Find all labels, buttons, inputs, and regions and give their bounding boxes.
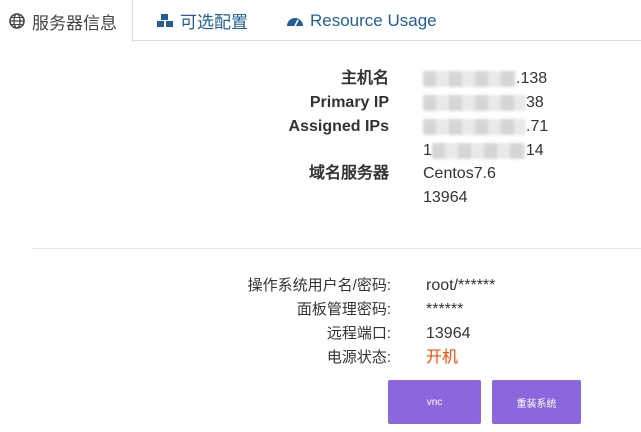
hostname-value: .138: [423, 68, 547, 90]
primary-ip-label: Primary IP: [309, 94, 389, 111]
tab-optional-config[interactable]: 可选配置: [156, 0, 248, 41]
assigned-ip-1-value: .71: [423, 116, 548, 138]
remote-port-label: 远程端口:: [326, 325, 391, 342]
os-user-label: 操作系统用户名/密码:: [247, 277, 391, 294]
remote-port-value: 13964: [426, 325, 471, 342]
redacted-block: [431, 142, 526, 159]
redacted-block: [423, 94, 526, 111]
globe-icon: [8, 12, 26, 30]
gauge-icon: [286, 12, 304, 30]
assigned-ip-2-prefix: 1: [423, 142, 432, 159]
tab-label: Resource Usage: [310, 10, 437, 30]
assigned-ip-2-value: 1 14: [423, 140, 544, 162]
assigned-ip-2-suffix: 14: [525, 142, 544, 159]
tab-server-info[interactable]: 服务器信息: [0, 0, 133, 42]
tab-resource-usage[interactable]: Resource Usage: [286, 0, 437, 41]
cubes-icon: [156, 12, 174, 30]
assigned-ip-1-suffix: .71: [526, 118, 549, 135]
nameserver-2-value: 13964: [423, 189, 468, 206]
assigned-ips-label: Assigned IPs: [288, 118, 389, 135]
section-divider: [32, 248, 641, 249]
power-status-label: 电源状态:: [326, 349, 391, 366]
tab-label: 服务器信息: [32, 13, 117, 33]
os-user-value: root/******: [426, 277, 496, 294]
primary-ip-suffix: 38: [526, 94, 544, 111]
redacted-block: [423, 118, 526, 135]
panel-password-label: 面板管理密码:: [296, 301, 391, 318]
power-status-value: 开机: [426, 349, 459, 366]
tab-label: 可选配置: [180, 13, 248, 32]
reinstall-os-button[interactable]: 重装系统: [492, 380, 581, 424]
nameserver-label: 域名服务器: [308, 165, 389, 182]
tab-bar: 服务器信息 可选配置 Resource Usage: [0, 0, 641, 42]
nameserver-1-value: Centos7.6: [423, 165, 496, 182]
hostname-suffix: .138: [516, 70, 548, 87]
hostname-label: 主机名: [340, 70, 389, 87]
primary-ip-value: 38: [423, 92, 544, 114]
redacted-block: [423, 70, 516, 87]
vnc-button[interactable]: vnc: [388, 380, 481, 424]
panel-password-value: ******: [426, 301, 464, 318]
